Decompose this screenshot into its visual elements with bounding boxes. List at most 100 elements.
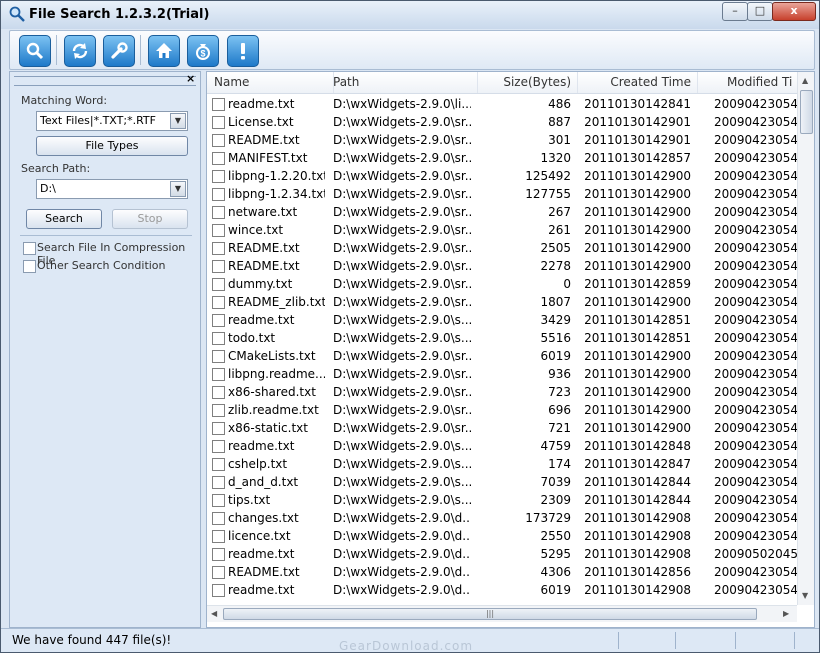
toolbar-home-button[interactable] [148,35,180,67]
scroll-down-icon[interactable]: ▼ [802,591,808,600]
table-row[interactable]: dummy.txt D:\wxWidgets-2.9.0\sr... 0 201101… [207,275,797,293]
row-checkbox[interactable] [212,260,225,273]
table-row[interactable]: readme.txt D:\wxWidgets-2.9.0\s... 4759 201… [207,437,797,455]
table-row[interactable]: readme.txt D:\wxWidgets-2.9.0\li... 486 201… [207,95,797,113]
table-row[interactable]: libpng-1.2.20.txt D:\wxWidgets-2.9.0\sr..… [207,167,797,185]
table-row[interactable]: README.txt D:\wxWidgets-2.9.0\sr... 2505 20… [207,239,797,257]
cell-size: 125492 [525,169,571,183]
row-checkbox[interactable] [212,98,225,111]
table-row[interactable]: todo.txt D:\wxWidgets-2.9.0\s... 5516 20110… [207,329,797,347]
row-checkbox[interactable] [212,188,225,201]
row-checkbox[interactable] [212,404,225,417]
row-checkbox[interactable] [212,116,225,129]
row-checkbox[interactable] [212,548,225,561]
row-checkbox[interactable] [212,386,225,399]
scroll-right-icon[interactable]: ▶ [783,609,789,618]
row-checkbox[interactable] [212,494,225,507]
row-checkbox[interactable] [212,584,225,597]
matching-word-combo[interactable]: Text Files|*.TXT;*.RTF ▼ [36,111,188,131]
horizontal-scrollbar[interactable]: ◀ ||| ▶ [207,605,797,622]
toolbar-refresh-button[interactable] [64,35,96,67]
cell-path: D:\wxWidgets-2.9.0\sr... [333,151,471,165]
toolbar-settings-button[interactable] [103,35,135,67]
column-header-created[interactable]: Created Time [578,72,698,93]
table-row[interactable]: netware.txt D:\wxWidgets-2.9.0\sr... 267 20… [207,203,797,221]
table-row[interactable]: MANIFEST.txt D:\wxWidgets-2.9.0\sr... 1320… [207,149,797,167]
search-button[interactable]: Search [26,209,102,229]
row-checkbox[interactable] [212,332,225,345]
row-checkbox[interactable] [212,152,225,165]
panel-close-icon[interactable]: × [186,72,195,85]
column-header-name[interactable]: Name [207,72,334,93]
vertical-scroll-thumb[interactable] [800,90,813,134]
table-row[interactable]: readme.txt D:\wxWidgets-2.9.0\d... 5295 201… [207,545,797,563]
table-row[interactable]: libpng.readme.... D:\wxWidgets-2.9.0\sr..… [207,365,797,383]
compression-search-checkbox[interactable] [23,242,36,255]
table-row[interactable]: libpng-1.2.34.txt D:\wxWidgets-2.9.0\sr..… [207,185,797,203]
row-checkbox[interactable] [212,206,225,219]
cell-name: README.txt [228,241,300,255]
table-row[interactable]: README.txt D:\wxWidgets-2.9.0\d... 4306 201… [207,563,797,581]
table-row[interactable]: README_zlib.txt D:\wxWidgets-2.9.0\sr... 1… [207,293,797,311]
cell-modified: 20090423054 [714,331,797,345]
row-checkbox[interactable] [212,278,225,291]
row-checkbox[interactable] [212,296,225,309]
scroll-left-icon[interactable]: ◀ [211,609,217,618]
row-checkbox[interactable] [212,458,225,471]
row-checkbox[interactable] [212,530,225,543]
table-row[interactable]: CMakeLists.txt D:\wxWidgets-2.9.0\sr... 60… [207,347,797,365]
table-row[interactable]: changes.txt D:\wxWidgets-2.9.0\d... 173729… [207,509,797,527]
row-checkbox[interactable] [212,314,225,327]
stop-button[interactable]: Stop [112,209,188,229]
chevron-down-icon[interactable]: ▼ [170,113,186,129]
close-button[interactable]: x [772,2,816,21]
table-row[interactable]: zlib.readme.txt D:\wxWidgets-2.9.0\sr... 6… [207,401,797,419]
cell-created: 20110130142901 [584,115,691,129]
row-checkbox[interactable] [212,440,225,453]
cell-name: libpng-1.2.34.txt [228,187,325,201]
table-row[interactable]: x86-static.txt D:\wxWidgets-2.9.0\sr... 72… [207,419,797,437]
table-row[interactable]: x86-shared.txt D:\wxWidgets-2.9.0\sr... 72… [207,383,797,401]
row-checkbox[interactable] [212,134,225,147]
table-row[interactable]: License.txt D:\wxWidgets-2.9.0\sr... 887 20… [207,113,797,131]
search-path-combo[interactable]: D:\ ▼ [36,179,188,199]
other-condition-checkbox[interactable] [23,260,36,273]
row-checkbox[interactable] [212,170,225,183]
row-checkbox[interactable] [212,368,225,381]
maximize-button[interactable]: □ [747,2,773,21]
row-checkbox[interactable] [212,224,225,237]
row-checkbox[interactable] [212,242,225,255]
row-checkbox[interactable] [212,350,225,363]
table-row[interactable]: readme.txt D:\wxWidgets-2.9.0\d... 6019 201… [207,581,797,599]
scroll-up-icon[interactable]: ▲ [802,76,808,85]
table-row[interactable]: tips.txt D:\wxWidgets-2.9.0\s... 2309 20110… [207,491,797,509]
row-checkbox[interactable] [212,422,225,435]
cell-modified: 20090423054 [714,295,797,309]
minimize-button[interactable]: – [722,2,748,21]
cell-created: 20110130142900 [584,385,691,399]
toolbar-buy-button[interactable]: $ [187,35,219,67]
table-row[interactable]: licence.txt D:\wxWidgets-2.9.0\d... 2550 20… [207,527,797,545]
table-row[interactable]: README.txt D:\wxWidgets-2.9.0\sr... 2278 20… [207,257,797,275]
table-row[interactable]: d_and_d.txt D:\wxWidgets-2.9.0\s... 7039 20… [207,473,797,491]
table-row[interactable]: readme.txt D:\wxWidgets-2.9.0\s... 3429 201… [207,311,797,329]
toolbar-about-button[interactable] [227,35,259,67]
cell-size: 127755 [525,187,571,201]
row-checkbox[interactable] [212,566,225,579]
column-header-path[interactable]: Path [327,72,478,93]
cell-name: tips.txt [228,493,271,507]
table-row[interactable]: cshelp.txt D:\wxWidgets-2.9.0\s... 174 2011… [207,455,797,473]
row-checkbox[interactable] [212,476,225,489]
table-row[interactable]: README.txt D:\wxWidgets-2.9.0\sr... 301 201… [207,131,797,149]
table-row[interactable]: wince.txt D:\wxWidgets-2.9.0\sr... 261 2011… [207,221,797,239]
column-header-size[interactable]: Size(Bytes) [478,72,578,93]
horizontal-scroll-thumb[interactable]: ||| [223,608,757,620]
file-types-button[interactable]: File Types [36,136,188,156]
row-checkbox[interactable] [212,512,225,525]
cell-size: 2550 [540,529,571,543]
toolbar-search-button[interactable] [19,35,51,67]
title-bar[interactable]: File Search 1.2.3.2(Trial) – □ x [1,1,819,29]
chevron-down-icon[interactable]: ▼ [170,181,186,197]
cell-created: 20110130142900 [584,295,691,309]
vertical-scrollbar[interactable]: ▲ ▼ [797,72,814,605]
